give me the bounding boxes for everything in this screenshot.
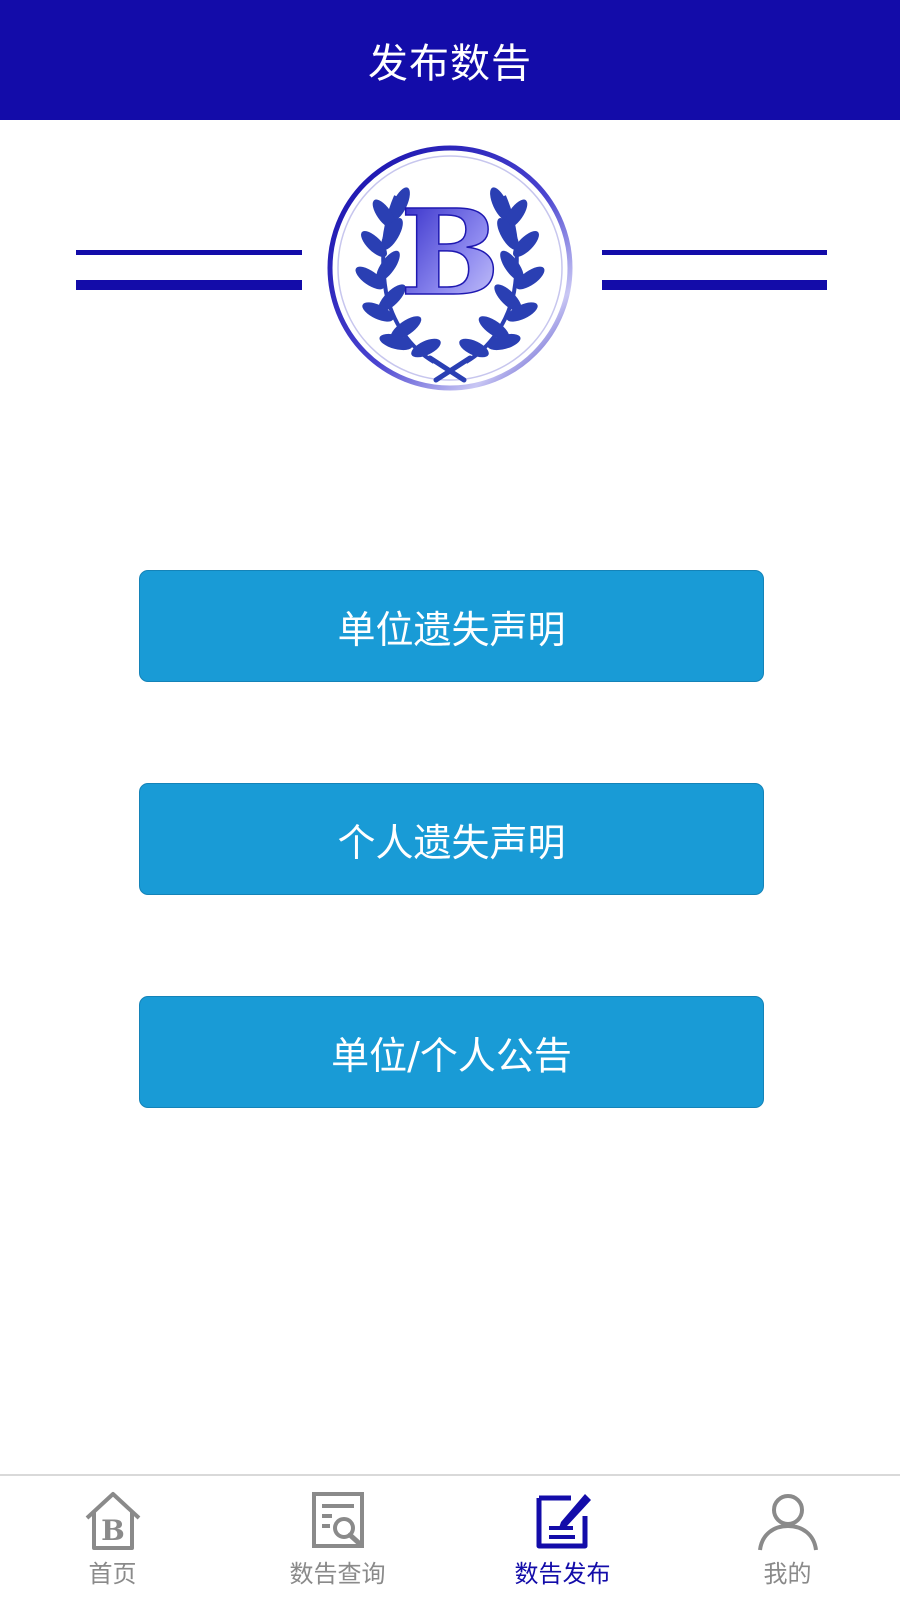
personal-loss-statement-button[interactable]: 个人遗失声明 [139, 783, 764, 895]
unit-loss-statement-button[interactable]: 单位遗失声明 [139, 570, 764, 682]
laurel-b-logo: B [327, 145, 573, 391]
user-icon [757, 1494, 818, 1551]
home-icon: B [85, 1492, 140, 1550]
edit-document-icon [536, 1494, 591, 1549]
tab-notice-publish-label: 数告发布 [514, 1560, 611, 1588]
app-header: 发布数告 [0, 0, 900, 120]
tab-home-label: 首页 [88, 1560, 137, 1588]
right-rule-bottom [602, 280, 827, 290]
unit-personal-notice-button[interactable]: 单位/个人公告 [139, 996, 764, 1108]
tab-home[interactable]: B 首页 [0, 1476, 225, 1602]
page-title: 发布数告 [368, 41, 532, 87]
tab-profile-label: 我的 [763, 1560, 812, 1588]
bottom-tab-bar: B 首页 数告查询 数告发布 我的 [0, 1474, 900, 1602]
left-rule-top [76, 250, 302, 255]
right-rule-top [602, 250, 827, 255]
search-document-icon [311, 1492, 364, 1548]
left-rule-bottom [76, 280, 302, 290]
tab-profile[interactable]: 我的 [675, 1476, 900, 1602]
logo-letter: B [400, 183, 500, 322]
logo-banner: B [0, 120, 900, 410]
tab-notice-search[interactable]: 数告查询 [225, 1476, 450, 1602]
svg-text:B: B [101, 1514, 125, 1547]
tab-notice-search-label: 数告查询 [289, 1560, 386, 1588]
tab-notice-publish[interactable]: 数告发布 [450, 1476, 675, 1602]
